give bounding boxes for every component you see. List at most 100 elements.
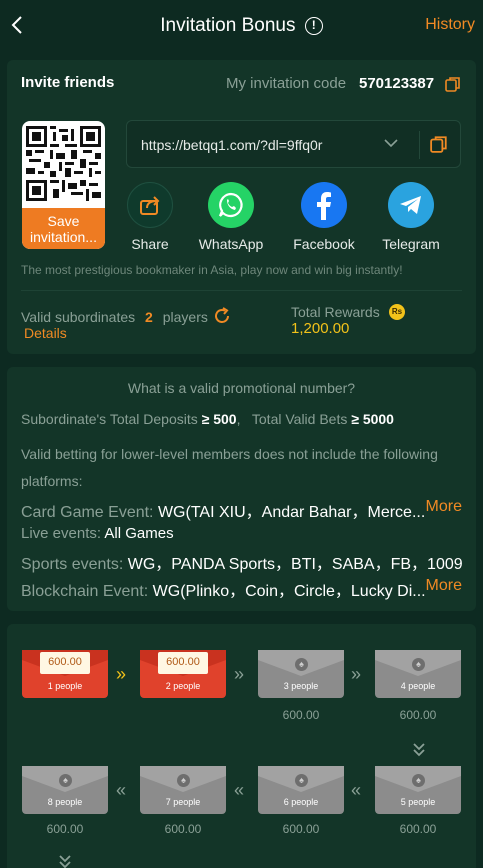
share-label: Share <box>131 236 169 252</box>
reward-envelope-4[interactable]: ♠ 4 people <box>375 650 461 698</box>
reward-envelope-1[interactable]: 600.00 1 people <box>22 650 108 698</box>
valid-subordinates-count: 2 <box>145 309 153 325</box>
reward-envelope-8[interactable]: ♠ 8 people <box>22 766 108 814</box>
card-game-event: Card Game Event: WG(TAI XIU，Andar Bahar，… <box>21 498 425 522</box>
spade-icon: ♠ <box>59 774 72 787</box>
copy-link-icon[interactable] <box>430 135 448 153</box>
envelope-people: 8 people <box>47 797 83 807</box>
deposits-label: Subordinate's Total Deposits <box>21 411 198 427</box>
envelope-people: 4 people <box>400 681 436 691</box>
whatsapp-icon <box>208 182 254 228</box>
deposit-requirement: Subordinate's Total Deposits ≥ 500, Tota… <box>21 411 394 427</box>
envelope-people: 6 people <box>283 797 319 807</box>
envelope-people: 1 people <box>47 681 83 691</box>
share-button[interactable]: Share <box>110 182 190 252</box>
telegram-label: Telegram <box>382 236 440 252</box>
history-link[interactable]: History <box>425 16 475 34</box>
section-divider <box>21 290 462 291</box>
telegram-button[interactable]: Telegram <box>371 182 451 252</box>
chevron-down-icon[interactable] <box>384 138 398 148</box>
envelope-amount: 600.00 <box>158 652 208 674</box>
details-link[interactable]: Details <box>24 325 67 341</box>
invitation-code-label: My invitation code <box>226 75 347 92</box>
slogan-text: The most prestigious bookmaker in Asia, … <box>21 263 403 277</box>
facebook-label: Facebook <box>293 236 355 252</box>
spade-icon: ♠ <box>295 658 308 671</box>
page-title-wrap: Invitation Bonus ! <box>0 15 483 37</box>
arrow-right-icon: » <box>351 664 361 684</box>
info-icon[interactable]: ! <box>304 17 323 35</box>
page-title: Invitation Bonus <box>160 15 296 36</box>
envelope-people: 5 people <box>400 797 436 807</box>
total-rewards-value: 1,200.00 <box>291 320 350 337</box>
qr-code-icon <box>26 126 101 201</box>
invite-card: Invite friends My invitation code 570123… <box>7 60 476 354</box>
exclusion-line-2: platforms: <box>21 473 83 489</box>
arrow-right-icon: » <box>234 664 244 684</box>
whatsapp-button[interactable]: WhatsApp <box>191 182 271 252</box>
spade-icon: ♠ <box>177 774 190 787</box>
arrow-left-icon: « <box>351 780 361 800</box>
bets-label: Total Valid Bets <box>251 411 348 427</box>
currency-badge: Rs <box>389 304 405 320</box>
live-events-label: Live events: <box>21 525 102 542</box>
exclusion-line-1: Valid betting for lower-level members do… <box>21 446 438 462</box>
live-events-value: All Games <box>104 525 174 542</box>
blockchain-label: Blockchain Event: <box>21 583 149 600</box>
share-icon <box>127 182 173 228</box>
invite-link-box[interactable]: https://betqq1.com/?dl=9ffq0r <box>126 120 461 168</box>
arrow-left-icon: « <box>116 780 126 800</box>
envelope-value: 600.00 <box>399 822 437 836</box>
envelope-value: 600.00 <box>282 708 320 722</box>
reward-envelope-7[interactable]: ♠ 7 people <box>140 766 226 814</box>
sports-events-value: WG，PANDA Sports，BTI，SABA，FB，1009 <box>127 556 463 573</box>
card-game-label: Card Game Event: <box>21 504 154 521</box>
reward-envelope-6[interactable]: ♠ 6 people <box>258 766 344 814</box>
envelope-people: 7 people <box>165 797 201 807</box>
link-divider <box>419 131 420 159</box>
envelope-value: 600.00 <box>399 708 437 722</box>
arrow-left-icon: « <box>234 780 244 800</box>
total-rewards-label: Total Rewards <box>291 304 380 320</box>
reward-track-card: 600.00 1 people » 600.00 2 people » ♠ 3 … <box>7 624 476 868</box>
blockchain-value: WG(Plinko，Coin，Circle，Lucky Di... <box>152 583 426 600</box>
qr-code-card: Save invitation... <box>22 121 105 249</box>
reward-envelope-3[interactable]: ♠ 3 people <box>258 650 344 698</box>
valid-subordinates: Valid subordinates 2 players <box>21 309 208 325</box>
spade-icon: ♠ <box>412 658 425 671</box>
blockchain-more-link[interactable]: More <box>426 577 462 595</box>
arrow-right-icon: » <box>116 664 126 684</box>
invite-link-text: https://betqq1.com/?dl=9ffq0r <box>141 137 323 153</box>
deposits-operator: ≥ <box>201 411 210 427</box>
header-bar: Invitation Bonus ! History <box>0 0 483 52</box>
deposits-value: 500 <box>213 411 237 427</box>
spade-icon: ♠ <box>295 774 308 787</box>
blockchain-event: Blockchain Event: WG(Plinko，Coin，Circle，… <box>21 577 426 601</box>
save-invitation-button[interactable]: Save invitation... <box>22 208 105 249</box>
valid-subordinates-unit: players <box>162 309 208 325</box>
copy-code-icon[interactable] <box>445 76 461 92</box>
rules-title: What is a valid promotional number? <box>127 380 356 396</box>
reward-envelope-5[interactable]: ♠ 5 people <box>375 766 461 814</box>
reward-envelope-2[interactable]: 600.00 2 people <box>140 650 226 698</box>
valid-subordinates-label: Valid subordinates <box>21 309 136 325</box>
arrow-down-icon <box>59 855 71 868</box>
envelope-people: 3 people <box>283 681 319 691</box>
facebook-icon <box>301 182 347 228</box>
envelope-amount: 600.00 <box>40 652 90 674</box>
invite-title: Invite friends <box>21 74 115 91</box>
envelope-value: 600.00 <box>164 822 202 836</box>
facebook-button[interactable]: Facebook <box>284 182 364 252</box>
card-game-value: WG(TAI XIU，Andar Bahar，Merce... <box>157 504 426 521</box>
invitation-code-value: 570123387 <box>359 75 435 92</box>
envelope-value: 600.00 <box>46 822 84 836</box>
sports-events-label: Sports events: <box>21 556 124 573</box>
spade-icon: ♠ <box>412 774 425 787</box>
card-game-more-link[interactable]: More <box>426 498 462 516</box>
refresh-icon[interactable] <box>212 306 232 326</box>
envelope-value: 600.00 <box>282 822 320 836</box>
live-events: Live events: All Games <box>21 525 174 542</box>
whatsapp-label: WhatsApp <box>198 236 264 252</box>
bets-operator: ≥ <box>351 411 359 427</box>
telegram-icon <box>388 182 434 228</box>
